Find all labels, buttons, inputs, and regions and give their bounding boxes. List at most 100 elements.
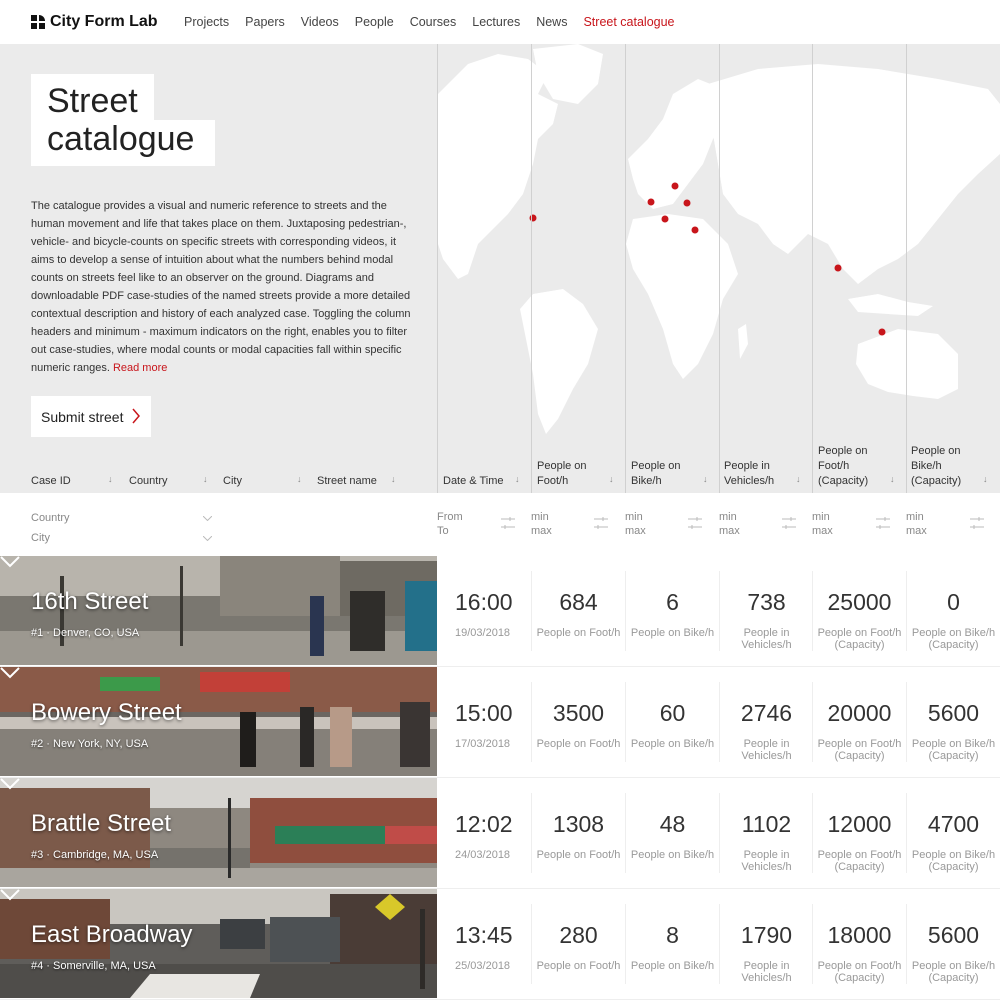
vehicles-unit: People in: [743, 849, 790, 861]
sort-arrow-icon[interactable]: ↓: [703, 474, 708, 484]
sort-arrow-icon[interactable]: ↓: [890, 474, 895, 484]
map-marker-hong-kong: [834, 264, 842, 272]
chevron-down-icon[interactable]: [0, 556, 20, 568]
col-header-country[interactable]: Country: [129, 474, 168, 489]
chevron-down-icon[interactable]: [0, 667, 20, 679]
map-marker-london: [647, 198, 655, 206]
table-row[interactable]: Brattle Street #3 · Cambridge, MA, USA 1…: [0, 778, 1000, 889]
bike-capacity-unit: People on Bike/h: [911, 849, 996, 861]
slider-icon[interactable]: [970, 517, 984, 529]
foot-count: 684: [559, 589, 598, 615]
greenland-shape: [533, 44, 603, 104]
brand-logo[interactable]: City Form Lab: [31, 13, 158, 31]
table-row[interactable]: East Broadway #4 · Somerville, MA, USA 1…: [0, 889, 1000, 1000]
slider-icon[interactable]: [594, 517, 608, 529]
sort-arrow-icon[interactable]: ↓: [391, 474, 396, 484]
street-photo[interactable]: East Broadway #4 · Somerville, MA, USA: [0, 889, 437, 998]
vehicles-unit: People in: [743, 960, 790, 972]
count-time: 12:02: [455, 811, 513, 837]
vehicles-unit: People in: [743, 738, 790, 750]
sort-arrow-icon[interactable]: ↓: [108, 474, 113, 484]
date-to-filter[interactable]: To: [437, 524, 449, 538]
page-title-line1: Street: [31, 74, 154, 120]
street-location: #1 · Denver, CO, USA: [31, 627, 140, 639]
slider-icon[interactable]: [501, 517, 515, 529]
street-photo[interactable]: Brattle Street #3 · Cambridge, MA, USA: [0, 778, 437, 887]
col-header-line: (Capacity): [911, 475, 962, 487]
nav-people[interactable]: People: [355, 15, 394, 29]
vehicles-count: 1102: [741, 811, 792, 837]
col-header-people-in-vehicles[interactable]: People in Vehicles/h: [724, 459, 774, 489]
sort-arrow-icon[interactable]: ↓: [297, 474, 302, 484]
indonesia-shape: [848, 294, 933, 316]
vehicles-unit: People in: [743, 627, 790, 639]
sort-arrow-icon[interactable]: ↓: [203, 474, 208, 484]
vehicles-max-filter[interactable]: max: [719, 524, 740, 538]
foot-max-filter[interactable]: max: [531, 524, 552, 538]
slider-icon[interactable]: [782, 517, 796, 529]
col-header-bike-capacity[interactable]: People on Bike/h (Capacity): [911, 444, 961, 489]
col-header-date-time[interactable]: Date & Time: [443, 474, 504, 489]
sort-arrow-icon[interactable]: ↓: [609, 474, 614, 484]
chevron-down-icon[interactable]: [203, 516, 212, 521]
read-more-link[interactable]: Read more: [113, 362, 167, 374]
sort-arrow-icon[interactable]: ↓: [796, 474, 801, 484]
nav-street-catalogue[interactable]: Street catalogue: [583, 15, 674, 29]
col-header-case-id[interactable]: Case ID: [31, 474, 71, 489]
slider-icon[interactable]: [688, 517, 702, 529]
col-header-city[interactable]: City: [223, 474, 242, 489]
slider-icon[interactable]: [876, 517, 890, 529]
foot-capacity-max-filter[interactable]: max: [812, 524, 833, 538]
sort-arrow-icon[interactable]: ↓: [515, 474, 520, 484]
table-row[interactable]: Bowery Street #2 · New York, NY, USA 15:…: [0, 667, 1000, 778]
nav-videos[interactable]: Videos: [301, 15, 339, 29]
submit-street-button[interactable]: Submit street: [31, 396, 151, 437]
nav-papers[interactable]: Papers: [245, 15, 285, 29]
country-filter[interactable]: Country: [31, 511, 70, 525]
australia-shape: [856, 329, 958, 399]
vehicles-min-filter[interactable]: min: [719, 510, 737, 524]
main-menu: Projects Papers Videos People Courses Le…: [184, 15, 691, 29]
bike-count: 48: [659, 811, 686, 837]
city-filter[interactable]: City: [31, 531, 50, 545]
count-time: 16:00: [455, 589, 513, 615]
street-photo[interactable]: 16th Street #1 · Denver, CO, USA: [0, 556, 437, 665]
column-divider: [625, 44, 626, 493]
street-name: 16th Street: [31, 588, 149, 615]
col-header-foot-capacity[interactable]: People on Foot/h (Capacity): [818, 444, 868, 489]
col-header-people-on-foot[interactable]: People on Foot/h: [537, 459, 587, 489]
nav-news[interactable]: News: [536, 15, 567, 29]
col-header-line: People on: [537, 460, 587, 472]
street-name: East Broadway: [31, 921, 193, 948]
count-date: 17/03/2018: [455, 738, 511, 750]
street-photo[interactable]: Bowery Street #2 · New York, NY, USA: [0, 667, 437, 776]
column-divider: [906, 44, 907, 493]
date-from-filter[interactable]: From: [437, 510, 463, 524]
map-marker-rome: [691, 226, 699, 234]
top-nav: City Form Lab Projects Papers Videos Peo…: [0, 0, 1000, 44]
bike-capacity: 5600: [927, 922, 980, 948]
nav-lectures[interactable]: Lectures: [472, 15, 520, 29]
hero-section: Street catalogue The catalogue provides …: [0, 44, 1000, 493]
bike-max-filter[interactable]: max: [625, 524, 646, 538]
foot-unit: People on Foot/h: [536, 849, 621, 861]
brand-name: City Form Lab: [50, 13, 158, 30]
bike-capacity-min-filter[interactable]: min: [906, 510, 924, 524]
nav-projects[interactable]: Projects: [184, 15, 229, 29]
table-row[interactable]: 16th Street #1 · Denver, CO, USA 16:00 1…: [0, 556, 1000, 667]
foot-min-filter[interactable]: min: [531, 510, 549, 524]
bike-capacity-unit: (Capacity): [928, 750, 979, 762]
col-header-people-on-bike[interactable]: People on Bike/h: [631, 459, 681, 489]
foot-capacity-min-filter[interactable]: min: [812, 510, 830, 524]
chevron-down-icon[interactable]: [203, 536, 212, 541]
chevron-down-icon[interactable]: [0, 889, 20, 901]
sort-arrow-icon[interactable]: ↓: [983, 474, 988, 484]
foot-capacity-unit: People on Foot/h: [817, 627, 902, 639]
filter-row: Country City From To min max min max min…: [0, 493, 1000, 556]
foot-capacity-unit: People on Foot/h: [817, 960, 902, 972]
col-header-street-name[interactable]: Street name: [317, 474, 377, 489]
chevron-down-icon[interactable]: [0, 778, 20, 790]
bike-min-filter[interactable]: min: [625, 510, 643, 524]
nav-courses[interactable]: Courses: [410, 15, 457, 29]
bike-capacity-max-filter[interactable]: max: [906, 524, 927, 538]
